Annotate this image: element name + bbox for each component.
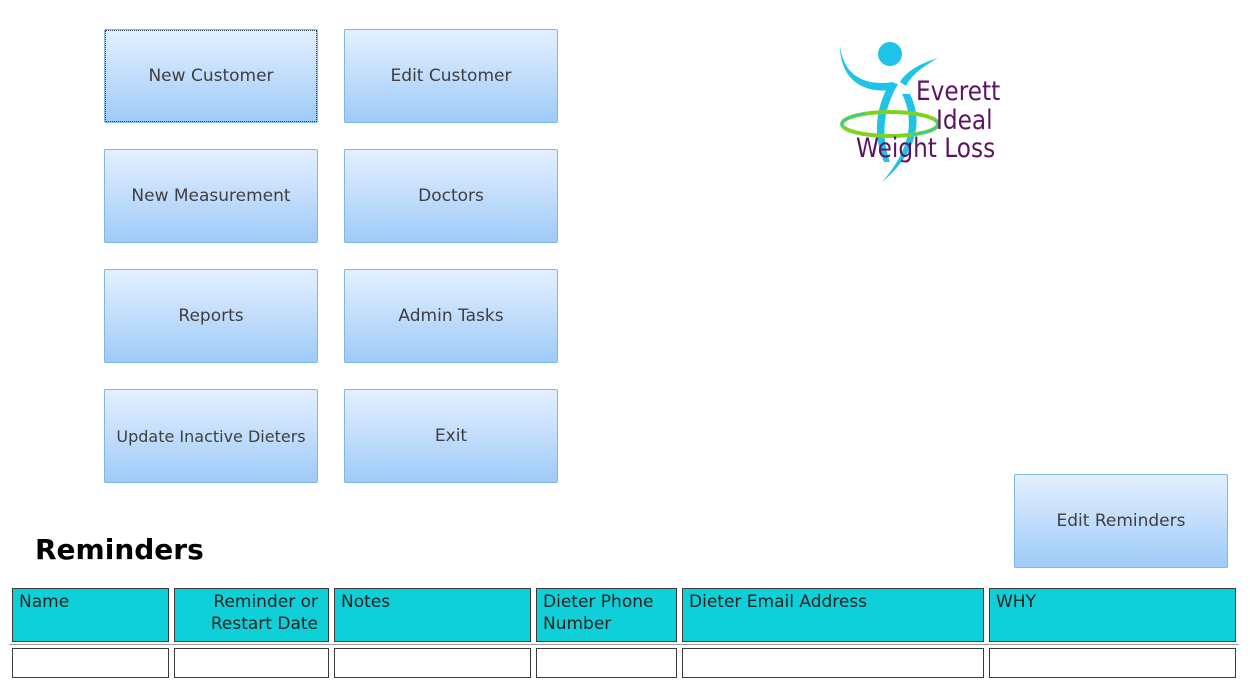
company-logo: Everett Ideal Weight Loss <box>832 38 1002 188</box>
column-header-reminder-date: Reminder or Restart Date <box>174 588 329 642</box>
new-measurement-button[interactable]: New Measurement <box>104 149 318 243</box>
exit-button[interactable]: Exit <box>344 389 558 483</box>
column-header-email: Dieter Email Address <box>682 588 984 642</box>
reports-button[interactable]: Reports <box>104 269 318 363</box>
doctors-button[interactable]: Doctors <box>344 149 558 243</box>
admin-tasks-button[interactable]: Admin Tasks <box>344 269 558 363</box>
why-cell[interactable] <box>989 648 1236 678</box>
edit-customer-button[interactable]: Edit Customer <box>344 29 558 123</box>
column-header-name: Name <box>12 588 169 642</box>
header-divider <box>9 644 1239 645</box>
reminders-title: Reminders <box>35 533 204 566</box>
update-inactive-dieters-button[interactable]: Update Inactive Dieters <box>104 389 318 483</box>
notes-cell[interactable] <box>334 648 531 678</box>
edit-reminders-button[interactable]: Edit Reminders <box>1014 474 1228 568</box>
logo-text-weight-loss: Weight Loss <box>856 133 996 164</box>
phone-cell[interactable] <box>536 648 677 678</box>
logo-text-everett: Everett <box>916 76 1001 107</box>
logo-text-ideal: Ideal <box>936 105 993 136</box>
new-customer-button[interactable]: New Customer <box>104 29 318 123</box>
name-cell[interactable] <box>12 648 169 678</box>
column-header-phone: Dieter Phone Number <box>536 588 677 642</box>
column-header-notes: Notes <box>334 588 531 642</box>
column-header-why: WHY <box>989 588 1236 642</box>
reminder-date-cell[interactable] <box>174 648 329 678</box>
email-cell[interactable] <box>682 648 984 678</box>
